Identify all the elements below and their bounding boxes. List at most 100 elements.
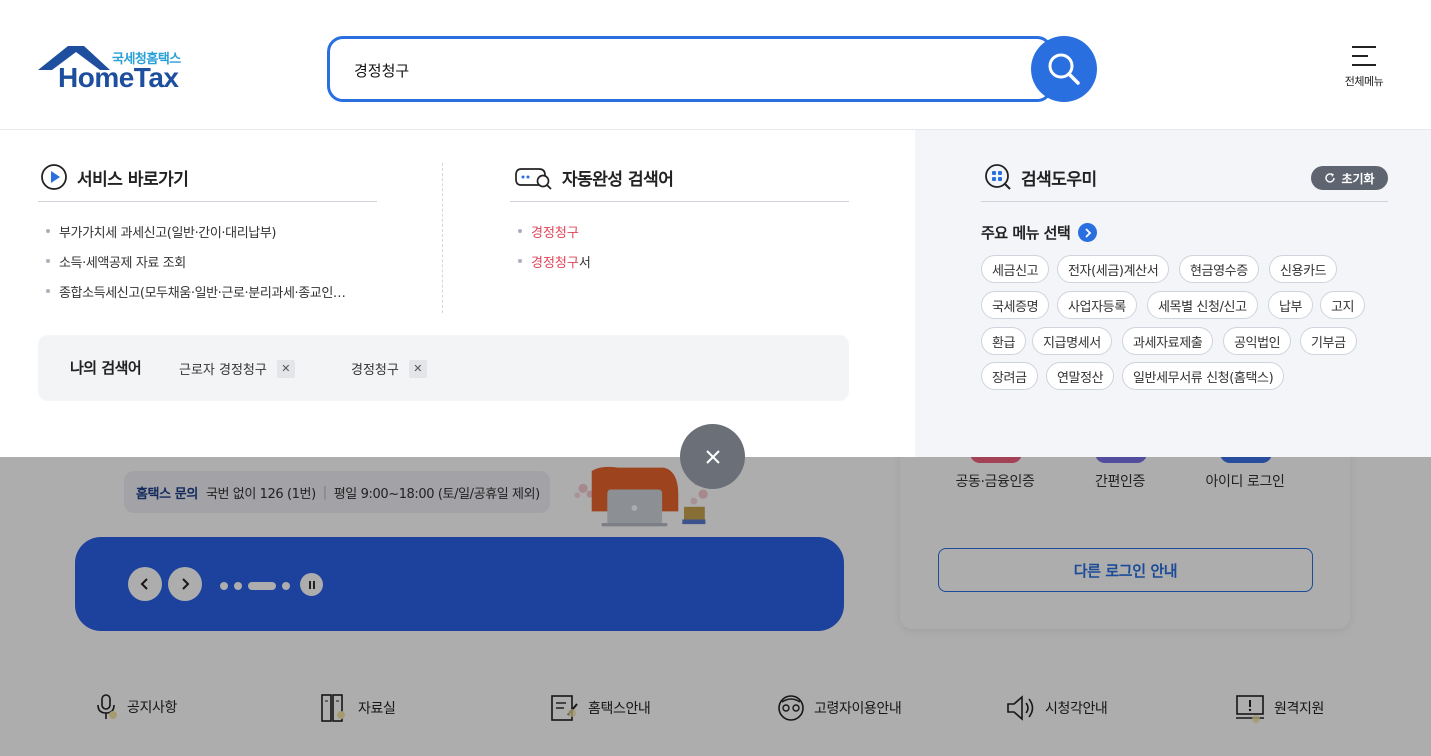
menu-tag[interactable]: 장려금 bbox=[981, 362, 1038, 390]
search-box bbox=[327, 36, 1053, 102]
inquiry-phone: 국번 없이 126 (1번) bbox=[205, 486, 316, 502]
header: 국세청홈택스 HomeTax 전체메뉴 bbox=[0, 0, 1431, 130]
banner-dot-active[interactable] bbox=[248, 582, 276, 590]
menu-tag[interactable]: 현금영수증 bbox=[1179, 255, 1259, 283]
full-menu-label: 전체메뉴 bbox=[1344, 75, 1384, 88]
services-list: 부가가치세 과세신고(일반·간이·대리납부) 소득·세액공제 자료 조회 종합소… bbox=[46, 216, 346, 306]
quick-link-label: 원격지원 bbox=[1274, 701, 1324, 717]
close-panel-button[interactable] bbox=[680, 424, 745, 489]
service-item-label: 부가가치세 과세신고(일반·간이·대리납부) bbox=[59, 225, 277, 241]
login-simple-auth[interactable]: 간편인증 bbox=[1060, 471, 1180, 491]
background-page: 홈택스 문의 국번 없이 126 (1번) | 평일 9:00~18:00 (토… bbox=[0, 447, 1431, 756]
chevron-right-icon bbox=[182, 578, 190, 590]
helper-header: 검색도우미 bbox=[984, 162, 1097, 192]
inquiry-title: 홈택스 문의 bbox=[136, 486, 198, 502]
quick-link-senior[interactable]: 고령자이용안내 bbox=[776, 693, 902, 723]
login-certificate[interactable]: 공동·금융인증 bbox=[935, 471, 1055, 491]
main-menu-select[interactable]: 주요 메뉴 선택 bbox=[981, 222, 1098, 243]
quick-link-remote-support[interactable]: 원격지원 bbox=[1234, 693, 1324, 723]
autocomplete-match: 경정청구 bbox=[531, 225, 579, 241]
search-input[interactable] bbox=[354, 57, 994, 83]
service-item-label: 소득·세액공제 자료 조회 bbox=[59, 255, 186, 271]
hometax-logo[interactable]: 국세청홈택스 HomeTax bbox=[38, 44, 198, 96]
service-item-label: 종합소득세신고(모두채움·일반·근로·분리과세·종교인… bbox=[59, 285, 346, 301]
reset-label: 초기화 bbox=[1341, 171, 1375, 186]
close-icon[interactable]: ✕ bbox=[408, 359, 427, 378]
my-search-chip-label: 근로자 경정청구 bbox=[179, 363, 267, 378]
login-id[interactable]: 아이디 로그인 bbox=[1185, 471, 1305, 491]
chat-search-icon bbox=[515, 168, 552, 190]
quick-link-guide[interactable]: 홈택스안내 bbox=[550, 693, 651, 723]
service-item[interactable]: 부가가치세 과세신고(일반·간이·대리납부) bbox=[46, 216, 346, 246]
quick-link-archive[interactable]: 자료실 bbox=[320, 693, 396, 723]
services-divider bbox=[38, 201, 377, 202]
other-login-button[interactable]: 다른 로그인 안내 bbox=[938, 548, 1313, 592]
service-item[interactable]: 소득·세액공제 자료 조회 bbox=[46, 246, 346, 276]
menu-tag[interactable]: 세금신고 bbox=[981, 255, 1050, 283]
my-search-title: 나의 검색어 bbox=[70, 359, 142, 377]
reset-button[interactable]: 초기화 bbox=[1311, 166, 1388, 190]
menu-icon bbox=[1352, 46, 1376, 66]
archive-icon bbox=[321, 694, 345, 722]
helper-divider bbox=[981, 201, 1388, 202]
autocomplete-item[interactable]: 경정청구 bbox=[518, 216, 591, 246]
section-divider bbox=[442, 163, 443, 313]
bullet bbox=[518, 229, 522, 233]
quick-link-label: 고령자이용안내 bbox=[814, 701, 902, 717]
search-button[interactable] bbox=[1031, 36, 1097, 102]
menu-tag[interactable]: 세목별 신청/신고 bbox=[1147, 291, 1258, 319]
inquiry-separator: | bbox=[322, 484, 327, 500]
quick-link-label: 시청각안내 bbox=[1045, 701, 1108, 717]
menu-tag[interactable]: 과세자료제출 bbox=[1122, 327, 1214, 355]
search-helper-panel: 검색도우미 초기화 주요 메뉴 선택 세금신고 전자(세금)계산서 현금영수증 … bbox=[915, 130, 1431, 457]
bullet bbox=[46, 289, 50, 293]
banner-dot[interactable] bbox=[220, 582, 228, 590]
bullet bbox=[46, 229, 50, 233]
menu-tag[interactable]: 연말정산 bbox=[1046, 362, 1115, 390]
menu-tag[interactable]: 공익법인 bbox=[1223, 327, 1292, 355]
refresh-icon bbox=[1325, 173, 1336, 183]
speaker-icon bbox=[1007, 695, 1034, 721]
menu-tag[interactable]: 고지 bbox=[1320, 291, 1366, 319]
banner-dot[interactable] bbox=[282, 582, 290, 590]
autocomplete-divider bbox=[510, 201, 849, 202]
autocomplete-rest: 서 bbox=[578, 255, 591, 271]
logo-title: HomeTax bbox=[58, 62, 179, 93]
monitor-alert-icon bbox=[1236, 695, 1264, 723]
menu-tag[interactable]: 국세증명 bbox=[981, 291, 1050, 319]
quick-link-label: 자료실 bbox=[358, 701, 396, 717]
login-card: 공동·금융인증 간편인증 아이디 로그인 다른 로그인 안내 bbox=[900, 447, 1350, 629]
banner-prev-button[interactable] bbox=[128, 567, 162, 601]
quick-link-notice[interactable]: 공지사항 bbox=[93, 693, 177, 721]
search-dropdown-panel: 서비스 바로가기 부가가치세 과세신고(일반·간이·대리납부) 소득·세액공제 … bbox=[0, 130, 1431, 457]
menu-tag[interactable]: 일반세무서류 신청(홈택스) bbox=[1122, 362, 1285, 390]
my-search-chip[interactable]: 근로자 경정청구 ✕ bbox=[179, 359, 295, 378]
my-search-box: 나의 검색어 근로자 경정청구 ✕ 경정청구 ✕ bbox=[38, 335, 849, 401]
close-icon[interactable]: ✕ bbox=[276, 359, 295, 378]
autocomplete-header: 자동완성 검색어 bbox=[515, 162, 674, 192]
full-menu-button[interactable]: 전체메뉴 bbox=[1336, 42, 1392, 98]
banner-pause-button[interactable] bbox=[300, 573, 323, 596]
menu-tag[interactable]: 신용카드 bbox=[1269, 255, 1338, 283]
quick-link-label: 홈택스안내 bbox=[588, 701, 651, 717]
helper-title: 검색도우미 bbox=[1021, 169, 1097, 190]
services-header: 서비스 바로가기 bbox=[40, 162, 189, 192]
quick-link-audiovisual[interactable]: 시청각안내 bbox=[1005, 693, 1108, 723]
menu-tag[interactable]: 지급명세서 bbox=[1032, 327, 1112, 355]
banner-dot[interactable] bbox=[234, 582, 242, 590]
menu-tag[interactable]: 전자(세금)계산서 bbox=[1057, 255, 1170, 283]
services-title: 서비스 바로가기 bbox=[77, 169, 189, 190]
banner-next-button[interactable] bbox=[168, 567, 202, 601]
autocomplete-title: 자동완성 검색어 bbox=[562, 169, 674, 190]
my-search-chip[interactable]: 경정청구 ✕ bbox=[351, 359, 427, 378]
menu-tag[interactable]: 사업자등록 bbox=[1057, 291, 1137, 319]
chevron-right-icon bbox=[1078, 223, 1098, 242]
main-menu-select-label: 주요 메뉴 선택 bbox=[981, 224, 1071, 242]
chevron-left-icon bbox=[140, 578, 148, 590]
menu-tag[interactable]: 환급 bbox=[981, 327, 1027, 355]
play-circle-icon bbox=[41, 164, 67, 190]
menu-tag[interactable]: 납부 bbox=[1268, 291, 1314, 319]
service-item[interactable]: 종합소득세신고(모두채움·일반·근로·분리과세·종교인… bbox=[46, 276, 346, 306]
menu-tag[interactable]: 기부금 bbox=[1300, 327, 1357, 355]
autocomplete-item[interactable]: 경정청구 서 bbox=[518, 246, 591, 276]
